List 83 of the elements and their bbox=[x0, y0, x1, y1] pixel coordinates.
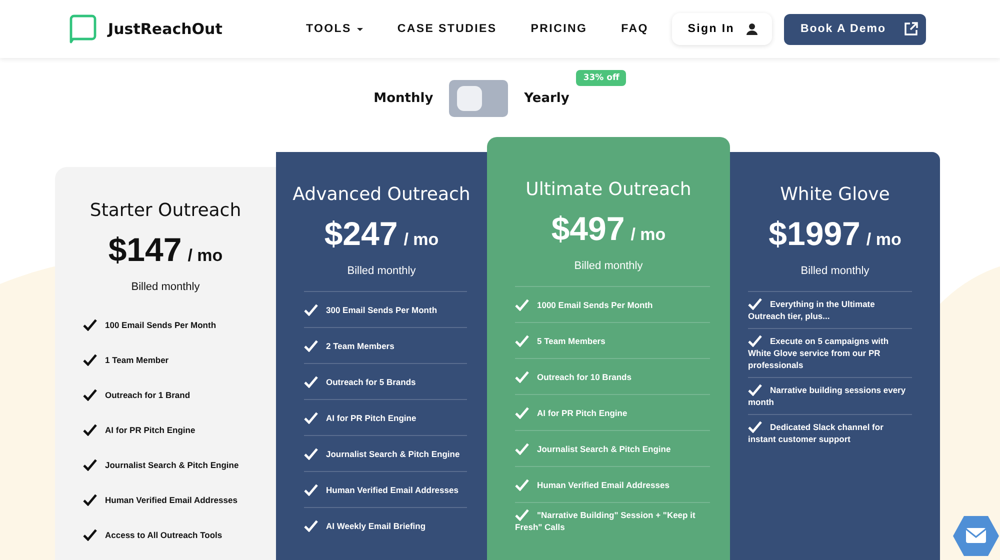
check-icon bbox=[83, 424, 97, 436]
check-icon bbox=[83, 354, 97, 366]
discount-badge: 33% off bbox=[576, 70, 626, 86]
feature-text: AI for PR Pitch Engine bbox=[515, 400, 628, 424]
check-icon bbox=[83, 458, 97, 470]
envelope-icon bbox=[952, 515, 1000, 557]
price-unit: / mo bbox=[630, 225, 666, 245]
feature-text: Journalist Search & Pitch Engine bbox=[304, 442, 460, 466]
feature-text: AI for PR Pitch Engine bbox=[83, 418, 196, 442]
feature-text: Journalist Search & Pitch Engine bbox=[515, 436, 671, 460]
price-unit: / mo bbox=[404, 230, 439, 250]
plan-price: $247 bbox=[324, 215, 398, 253]
feature-text: 300 Email Sends Per Month bbox=[304, 298, 438, 322]
sign-in-button[interactable]: Sign In bbox=[672, 13, 772, 45]
feature-text: Human Verified Email Addresses bbox=[83, 488, 238, 512]
external-link-icon bbox=[904, 22, 918, 36]
check-icon bbox=[304, 376, 318, 388]
check-icon bbox=[515, 298, 529, 310]
logo-icon bbox=[68, 14, 98, 44]
check-icon bbox=[304, 340, 318, 352]
feature-text: Journalist Search & Pitch Engine bbox=[83, 452, 239, 476]
check-icon bbox=[83, 528, 97, 540]
check-icon bbox=[304, 412, 318, 424]
billing-note: Billed monthly bbox=[346, 265, 417, 277]
feature-text: Outreach for 10 Brands bbox=[515, 364, 632, 388]
check-icon bbox=[748, 298, 762, 310]
feature-text: Narrative building sessions every month bbox=[748, 383, 907, 409]
yearly-label: Yearly bbox=[524, 91, 570, 106]
check-icon bbox=[515, 509, 529, 521]
monthly-label: Monthly bbox=[374, 91, 434, 106]
book-demo-button[interactable]: Book A Demo bbox=[784, 14, 926, 44]
price-unit: / mo bbox=[866, 230, 902, 250]
nav-link[interactable]: TOOLS bbox=[306, 23, 364, 35]
plan-name: White Glove bbox=[779, 184, 891, 205]
plan-price: $147 bbox=[108, 231, 182, 269]
feature-text: Access to All Outreach Tools bbox=[83, 522, 222, 546]
nav-link[interactable]: CASE STUDIES bbox=[397, 23, 497, 35]
feature-text: 5 Team Members bbox=[515, 328, 606, 352]
check-icon bbox=[515, 406, 529, 418]
feature-text: AI Weekly Email Briefing bbox=[304, 514, 426, 538]
check-icon bbox=[748, 335, 762, 347]
plan-price: $497 bbox=[551, 210, 625, 248]
check-icon bbox=[515, 370, 529, 382]
feature-text: Dedicated Slack channel for instant customer support bbox=[748, 420, 884, 446]
check-icon bbox=[83, 494, 97, 506]
brand-name[interactable]: JustReachOut bbox=[108, 20, 222, 38]
feature-text: 100 Email Sends Per Month bbox=[83, 312, 216, 336]
feature-text: Everything in the Ultimate Outreach tier, plus... bbox=[748, 297, 876, 323]
feature-text: Human Verified Email Addresses bbox=[515, 472, 670, 496]
check-icon bbox=[748, 384, 762, 396]
feature-text: Outreach for 1 Brand bbox=[83, 382, 190, 406]
plan-name: Ultimate Outreach bbox=[524, 179, 692, 200]
nav-link[interactable]: PRICING bbox=[530, 23, 588, 35]
plan-name: Advanced Outreach bbox=[292, 184, 472, 205]
billing-toggle[interactable] bbox=[449, 80, 508, 117]
feature-text: 1 Team Member bbox=[83, 348, 169, 372]
check-icon bbox=[515, 478, 529, 490]
plan-price: $1997 bbox=[768, 215, 860, 253]
caret-icon bbox=[357, 28, 364, 30]
check-icon bbox=[304, 520, 318, 532]
billing-note: Billed monthly bbox=[800, 265, 870, 277]
check-icon bbox=[515, 442, 529, 454]
feature-text: Execute on 5 campaigns with White Glove service from our PR professionals bbox=[748, 334, 890, 372]
check-icon bbox=[515, 334, 529, 346]
price-unit: / mo bbox=[188, 246, 223, 266]
billing-note: Billed monthly bbox=[573, 260, 644, 272]
feature-text: Outreach for 5 Brands bbox=[304, 370, 416, 394]
check-icon bbox=[304, 484, 318, 496]
check-icon bbox=[304, 304, 318, 316]
feature-text: Human Verified Email Addresses bbox=[304, 478, 458, 502]
check-icon bbox=[83, 318, 97, 330]
check-icon bbox=[748, 421, 762, 433]
check-icon bbox=[304, 448, 318, 460]
feature-text: 1000 Email Sends Per Month bbox=[515, 292, 653, 316]
check-icon bbox=[83, 388, 97, 400]
user-icon bbox=[746, 23, 758, 35]
feature-text: AI for PR Pitch Engine bbox=[304, 406, 416, 430]
plan-name: Starter Outreach bbox=[88, 200, 242, 221]
billing-note: Billed monthly bbox=[130, 281, 201, 293]
feature-text: "Narrative Building" Session + "Keep it Fresh" Calls bbox=[515, 508, 696, 534]
nav-link[interactable]: FAQ bbox=[621, 23, 648, 35]
feature-text: 2 Team Members bbox=[304, 334, 394, 358]
email-chat-button[interactable] bbox=[952, 515, 1000, 557]
